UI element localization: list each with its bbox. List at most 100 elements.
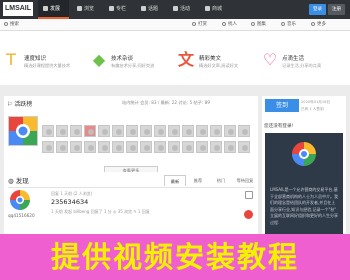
post-author-avatar[interactable] <box>10 190 30 210</box>
nav-item-home[interactable]: 发展 <box>38 0 69 19</box>
people-icon <box>222 21 226 26</box>
subnav-item-label: 找人 <box>228 22 237 27</box>
nav-item-label: 话题 <box>148 6 159 12</box>
member-avatar[interactable] <box>154 125 166 137</box>
home-icon <box>43 6 48 11</box>
diamond-icon: ◆ <box>92 50 106 69</box>
member-avatar[interactable] <box>168 141 180 153</box>
signin-button[interactable]: 签到 <box>265 99 299 112</box>
nav-item-shop[interactable]: 商城 <box>200 0 230 19</box>
card-tech[interactable]: ◆ 技术杂谈 有趣技术分享,同好交流 <box>87 31 174 85</box>
card-knowledge[interactable]: T 速度知识 精选好课程提供大量技术 <box>0 31 87 85</box>
tab-recommended[interactable]: 推荐 <box>187 175 209 186</box>
topic-icon <box>141 6 146 11</box>
member-avatar[interactable] <box>168 125 180 137</box>
search-icon <box>4 21 8 26</box>
right-sidebar: 签到 2020年01月18日 已有 1 人签到 您还没有登录! LMSAIL是一… <box>262 96 346 246</box>
login-prompt[interactable]: 您还没有登录! <box>264 123 293 129</box>
post-stats: 1 天前 发起 billbeng 回复了 1 分 ◎ 35 浏览 ✎ 1 回复 <box>51 209 150 214</box>
discover-icon: ◍ <box>8 177 16 185</box>
member-avatar[interactable] <box>140 125 152 137</box>
subnav-item-people[interactable]: 找人 <box>222 19 237 31</box>
member-avatar[interactable] <box>126 141 138 153</box>
register-button[interactable]: 注册 <box>328 4 345 15</box>
subnav-item-label: 音乐 <box>287 22 296 27</box>
feature-cards: T 速度知识 精选好课程提供大量技术 ◆ 技术杂谈 有趣技术分享,同好交流 文 … <box>0 31 350 85</box>
member-avatar[interactable] <box>196 141 208 153</box>
member-avatar[interactable] <box>98 141 110 153</box>
subnav-item-reward[interactable]: 打赏 <box>192 19 207 31</box>
member-avatar[interactable] <box>210 125 222 137</box>
divider <box>8 187 254 188</box>
signin-date: 2020年01月18日 <box>301 100 331 104</box>
post-meta: 回复 1 天前 (2 人浏览) <box>51 191 93 196</box>
nav-item-label: 浏览 <box>84 6 95 12</box>
card-desc: 有趣技术分享,同好交流 <box>111 63 155 68</box>
member-avatar[interactable] <box>224 141 236 153</box>
member-avatar[interactable] <box>182 125 194 137</box>
member-avatar[interactable] <box>42 141 54 153</box>
reward-icon <box>192 21 196 26</box>
nav-item-label: 商城 <box>212 6 223 12</box>
card-articles[interactable]: 文 精彩美文 精选好文章,阅读好文 <box>174 31 262 85</box>
member-avatar[interactable] <box>238 141 250 153</box>
member-avatar[interactable] <box>84 125 96 137</box>
member-avatar[interactable] <box>112 125 124 137</box>
nav-item-column[interactable]: 专栏 <box>104 0 134 19</box>
card-title: 点滴生活 <box>282 56 305 62</box>
top-user-avatar[interactable] <box>8 116 38 146</box>
edit-icon[interactable] <box>245 191 253 199</box>
knowledge-icon: T <box>6 50 16 69</box>
site-avatar <box>292 142 316 166</box>
member-avatar[interactable] <box>56 125 68 137</box>
search-link[interactable]: 搜索 <box>4 19 19 31</box>
member-avatar[interactable] <box>154 141 166 153</box>
member-avatar[interactable] <box>140 141 152 153</box>
replier-avatar[interactable] <box>244 210 253 219</box>
nav-item-label: 发展 <box>50 6 61 12</box>
card-desc: 记录生活,分享的点滴 <box>282 63 322 68</box>
member-avatar[interactable] <box>224 125 236 137</box>
member-avatar[interactable] <box>126 125 138 137</box>
subnav-item-gallery[interactable]: 图集 <box>251 19 266 31</box>
discover-panel: ◍ 发现 最新 推荐 热门 等待回复 qq41516620 回复 1 天前 (2… <box>4 172 258 234</box>
site-stats: 站内统计 会员: 83 / 最新: 22 讨论: 5 帖子: 89 <box>122 100 210 105</box>
member-avatar[interactable] <box>210 141 222 153</box>
site-description: LMSAIL是一个允许营商的交易平台,基于全部营商机构的人士为人员中介。我们的理… <box>270 187 338 225</box>
tab-awaiting-reply[interactable]: 等待回复 <box>233 175 257 186</box>
member-avatar[interactable] <box>98 125 110 137</box>
activity-title-text: 活跃榜 <box>14 101 33 108</box>
post-title[interactable]: 235634634 <box>51 198 88 206</box>
card-life[interactable]: ♡ 点滴生活 记录生活,分享的点滴 <box>262 31 350 85</box>
card-desc: 精选好课程提供大量技术 <box>24 63 71 68</box>
colorful-avatar-icon <box>9 117 37 145</box>
member-avatar[interactable] <box>70 141 82 153</box>
member-avatar[interactable] <box>196 125 208 137</box>
top-navbar: LMSAIL 发展 浏览 专栏 话题 活动 商城 登录 注册 <box>0 0 350 19</box>
nav-item-topics[interactable]: 话题 <box>136 0 166 19</box>
sub-navbar: 搜索 打赏 找人 图集 音乐 更多 <box>0 19 350 31</box>
site-logo[interactable]: LMSAIL <box>3 2 33 16</box>
colorful-avatar-icon <box>292 142 316 166</box>
shop-icon <box>205 6 210 11</box>
tab-latest[interactable]: 最新 <box>164 175 186 186</box>
member-avatar[interactable] <box>112 141 124 153</box>
nav-item-events[interactable]: 活动 <box>168 0 198 19</box>
member-avatar[interactable] <box>182 141 194 153</box>
site-intro-card: LMSAIL是一个允许营商的交易平台,基于全部营商机构的人士为人员中介。我们的理… <box>265 133 343 235</box>
post-author-name[interactable]: qq41516620 <box>8 213 35 218</box>
banner-text: 提供视频安装教程 <box>50 240 299 274</box>
browse-icon <box>77 6 82 11</box>
member-avatar[interactable] <box>56 141 68 153</box>
subnav-item-more[interactable]: 更多 <box>311 19 326 31</box>
member-avatar[interactable] <box>84 141 96 153</box>
nav-item-browse[interactable]: 浏览 <box>72 0 102 19</box>
subnav-item-label: 打赏 <box>198 22 207 27</box>
login-button[interactable]: 登录 <box>309 4 326 15</box>
member-avatar[interactable] <box>42 125 54 137</box>
member-avatar[interactable] <box>70 125 82 137</box>
tab-hot[interactable]: 热门 <box>210 175 232 186</box>
member-avatar[interactable] <box>238 125 250 137</box>
subnav-item-music[interactable]: 音乐 <box>281 19 296 31</box>
gallery-icon <box>251 21 255 26</box>
